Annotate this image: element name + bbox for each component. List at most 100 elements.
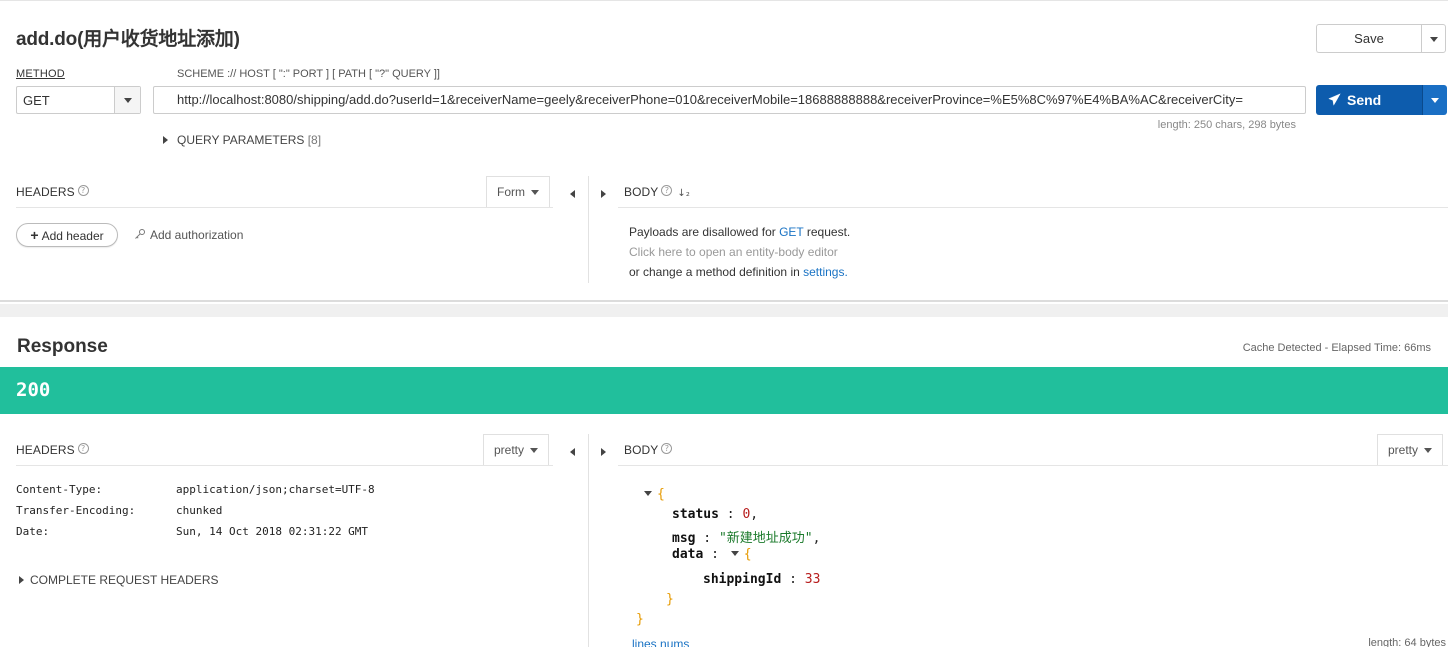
help-icon[interactable]: ? bbox=[661, 185, 673, 196]
response-body-mode-dropdown[interactable]: pretty bbox=[1377, 434, 1444, 465]
chevron-down-icon bbox=[530, 448, 539, 453]
status-bar: 200 bbox=[0, 367, 1448, 414]
add-header-label: Add header bbox=[41, 229, 104, 243]
complete-request-headers-toggle[interactable]: COMPLETE REQUEST HEADERS bbox=[19, 573, 218, 587]
response-header-value: Sun, 14 Oct 2018 02:31:22 GMT bbox=[176, 525, 369, 538]
send-dropdown-button[interactable] bbox=[1422, 85, 1447, 115]
collapse-icon[interactable] bbox=[644, 491, 652, 496]
json-line-msg: msg : "新建地址成功", bbox=[672, 531, 821, 546]
payload-line-3-prefix: or change a method definition in bbox=[629, 265, 804, 279]
json-brace: } bbox=[636, 612, 644, 627]
chevron-down-icon bbox=[1431, 98, 1439, 103]
method-dropdown-toggle[interactable] bbox=[114, 87, 140, 113]
collapse-left-arrow[interactable] bbox=[570, 445, 575, 459]
json-brace: { bbox=[657, 487, 665, 502]
json-root-close: } bbox=[636, 612, 644, 627]
divider bbox=[16, 465, 553, 466]
json-brace: { bbox=[743, 547, 752, 562]
open-entity-body-editor-link[interactable]: Click here to open an entity-body editor bbox=[629, 242, 850, 262]
response-body-label: BODY? bbox=[624, 443, 673, 457]
expand-right-arrow[interactable] bbox=[601, 187, 606, 201]
headers-mode-value: Form bbox=[497, 185, 525, 199]
save-dropdown-button[interactable] bbox=[1421, 24, 1446, 53]
key-icon bbox=[135, 229, 145, 239]
query-parameters-toggle[interactable]: QUERY PARAMETERS [8] bbox=[163, 133, 321, 147]
json-key: data bbox=[672, 547, 704, 562]
json-line-status: status : 0, bbox=[672, 507, 759, 522]
collapse-left-arrow[interactable] bbox=[570, 187, 575, 201]
response-header-row: Transfer-Encoding: bbox=[16, 504, 135, 517]
json-data-close: } bbox=[666, 592, 674, 607]
chevron-down-icon bbox=[1424, 448, 1433, 453]
headers-mode-dropdown[interactable]: Form bbox=[486, 176, 550, 207]
divider bbox=[618, 207, 1448, 208]
chevron-down-icon bbox=[1429, 36, 1438, 42]
send-label: Send bbox=[1347, 92, 1382, 108]
response-headers-text: HEADERS bbox=[16, 443, 75, 457]
query-parameters-label: QUERY PARAMETERS bbox=[177, 133, 305, 147]
add-authorization-link[interactable]: Add authorization bbox=[134, 228, 243, 242]
help-icon[interactable]: ? bbox=[77, 185, 89, 196]
response-body-length: length: 64 bytes bbox=[1368, 637, 1446, 647]
body-disallowed-message: Payloads are disallowed for GET request.… bbox=[629, 222, 850, 282]
response-title: Response bbox=[17, 336, 108, 357]
response-headers-label: HEADERS? bbox=[16, 443, 89, 457]
header-name: Content-Type: bbox=[16, 483, 103, 496]
sort-icon[interactable]: ↓₂ bbox=[677, 188, 690, 199]
method-label[interactable]: METHOD bbox=[16, 68, 65, 80]
triangle-right-icon bbox=[601, 190, 606, 198]
triangle-right-icon bbox=[19, 576, 24, 584]
json-number: 33 bbox=[804, 572, 821, 587]
json-line-shipping: shippingId : 33 bbox=[703, 572, 821, 587]
payload-line-1-prefix: Payloads are disallowed for bbox=[629, 225, 780, 239]
json-key: msg bbox=[672, 531, 696, 546]
triangle-left-icon bbox=[570, 448, 575, 456]
request-headers-text: HEADERS bbox=[16, 185, 75, 199]
triangle-right-icon bbox=[601, 448, 606, 456]
response-headers-mode-dropdown[interactable]: pretty bbox=[483, 434, 550, 465]
payload-line-1: Payloads are disallowed for GET request. bbox=[629, 222, 850, 242]
json-root-open[interactable]: { bbox=[644, 487, 665, 502]
request-title: add.do(用户收货地址添加) bbox=[16, 29, 240, 50]
payload-line-1-method: GET bbox=[779, 225, 804, 239]
request-panel: add.do(用户收货地址添加) Save METHOD SCHEME :// … bbox=[0, 0, 1448, 302]
status-code: 200 bbox=[16, 379, 51, 401]
response-header-row: Content-Type: bbox=[16, 483, 102, 496]
response-header-value: application/json;charset=UTF-8 bbox=[176, 483, 375, 496]
json-key: shippingId bbox=[703, 572, 782, 587]
payload-line-3-suffix: . bbox=[844, 265, 848, 279]
request-headers-label: HEADERS? bbox=[16, 185, 89, 199]
request-body-text: BODY bbox=[624, 185, 659, 199]
json-brace: } bbox=[666, 592, 674, 607]
chevron-down-icon bbox=[123, 98, 132, 103]
divider bbox=[16, 207, 553, 208]
panel-gap bbox=[0, 304, 1448, 317]
payload-line-1-suffix: request. bbox=[803, 225, 851, 239]
lines-nums-link[interactable]: lines nums bbox=[632, 637, 689, 647]
help-icon[interactable]: ? bbox=[77, 443, 89, 454]
send-button[interactable]: Send bbox=[1316, 85, 1422, 115]
panel-splitter[interactable] bbox=[588, 434, 589, 647]
expand-right-arrow[interactable] bbox=[601, 445, 606, 459]
header-name: Transfer-Encoding: bbox=[16, 504, 136, 517]
payload-line-3: or change a method definition in setting… bbox=[629, 262, 850, 282]
response-body-mode-value: pretty bbox=[1388, 443, 1419, 457]
complete-request-headers-label: COMPLETE REQUEST HEADERS bbox=[30, 573, 219, 587]
chevron-down-icon bbox=[531, 190, 539, 195]
collapse-icon[interactable] bbox=[730, 551, 739, 556]
settings-link[interactable]: settings bbox=[803, 265, 844, 279]
response-body-text: BODY bbox=[624, 443, 659, 457]
add-header-button[interactable]: + Add header bbox=[16, 223, 118, 247]
help-icon[interactable]: ? bbox=[661, 443, 673, 454]
paper-plane-icon bbox=[1328, 93, 1341, 106]
header-name: Date: bbox=[16, 525, 50, 538]
panel-splitter[interactable] bbox=[588, 176, 589, 283]
url-length: length: 250 chars, 298 bytes bbox=[1157, 119, 1296, 131]
triangle-left-icon bbox=[570, 190, 575, 198]
json-line-data: data : { bbox=[672, 547, 752, 562]
url-input[interactable]: http://localhost:8080/shipping/add.do?us… bbox=[153, 86, 1306, 114]
save-button[interactable]: Save bbox=[1316, 24, 1421, 53]
divider bbox=[618, 465, 1448, 466]
method-select[interactable]: GET bbox=[16, 86, 141, 114]
scheme-hint: SCHEME :// HOST [ ":" PORT ] [ PATH [ "?… bbox=[177, 68, 440, 80]
